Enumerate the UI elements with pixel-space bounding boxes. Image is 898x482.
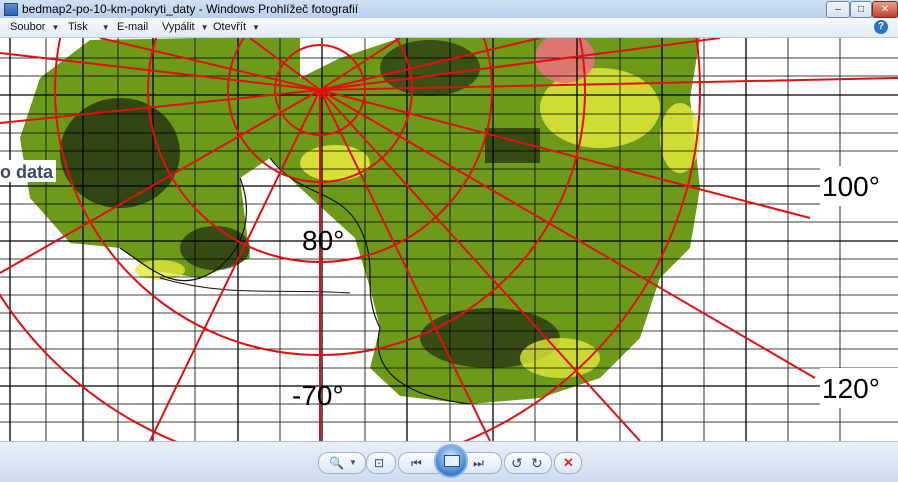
chevron-down-icon: ▼ <box>51 23 60 32</box>
chevron-down-icon: ▼ <box>252 23 260 32</box>
menu-tisk-label: Tisk <box>68 21 88 33</box>
chevron-down-icon: ▼ <box>101 23 110 32</box>
title-bar: bedmap2-po-10-km-pokryti_daty - Windows … <box>0 0 898 19</box>
longitude-label-100: 100° <box>822 171 880 202</box>
menu-email[interactable]: E-mail <box>117 21 148 33</box>
close-button[interactable]: ✕ <box>872 1 898 18</box>
partial-legend-text: o data <box>0 162 54 182</box>
previous-icon[interactable]: ⏮ <box>411 453 422 473</box>
actual-size-icon: ⊡ <box>374 456 385 470</box>
image-viewport[interactable]: 80° -70° 100° 120° o data <box>0 38 898 441</box>
map-image: 80° -70° 100° 120° o data <box>0 38 898 441</box>
latitude-label-minus70: -70° <box>292 380 344 411</box>
maximize-button[interactable]: □ <box>850 1 872 18</box>
menu-soubor[interactable]: Soubor ▼ <box>10 21 59 33</box>
menu-vypalit-label: Vypálit <box>162 21 195 33</box>
menu-vypalit[interactable]: Vypálit ▼ <box>162 21 209 33</box>
zoom-icon: 🔍 <box>329 456 344 470</box>
next-icon[interactable]: ⏭ <box>473 453 484 473</box>
rotate-right-icon[interactable]: ↻ <box>531 453 543 473</box>
latitude-label-80: 80° <box>302 225 344 256</box>
rotate-left-icon[interactable]: ↺ <box>511 453 523 473</box>
menu-email-label: E-mail <box>117 21 149 33</box>
help-icon[interactable]: ? <box>874 20 888 34</box>
rotate-group: ↺ ↻ <box>504 452 552 474</box>
actual-size-button[interactable]: ⊡ <box>366 452 396 474</box>
window-title: bedmap2-po-10-km-pokryti_daty - Windows … <box>22 2 359 16</box>
zoom-button[interactable]: 🔍 ▼ <box>318 452 366 474</box>
chevron-down-icon: ▼ <box>200 23 209 32</box>
chevron-down-icon: ▼ <box>349 458 357 467</box>
yellow-coverage-patch <box>300 145 370 181</box>
minimize-button[interactable]: – <box>826 1 850 18</box>
menu-otevrit-label: Otevřít <box>213 21 247 33</box>
dark-data-patch <box>180 226 250 270</box>
menu-soubor-label: Soubor <box>10 21 46 33</box>
menu-tisk[interactable]: Tisk ▼ <box>68 21 110 33</box>
slideshow-icon <box>444 455 460 467</box>
slideshow-button[interactable] <box>434 444 468 478</box>
menu-otevrit[interactable]: Otevřít ▼ <box>213 21 260 33</box>
photo-viewer-app-icon <box>4 3 18 16</box>
menu-bar: Soubor ▼ Tisk ▼ E-mail Vypálit ▼ Otevřít ▼ ? <box>0 18 898 38</box>
longitude-label-120: 120° <box>822 373 880 404</box>
delete-icon: ✕ <box>563 455 574 470</box>
delete-button[interactable]: ✕ <box>554 452 582 474</box>
